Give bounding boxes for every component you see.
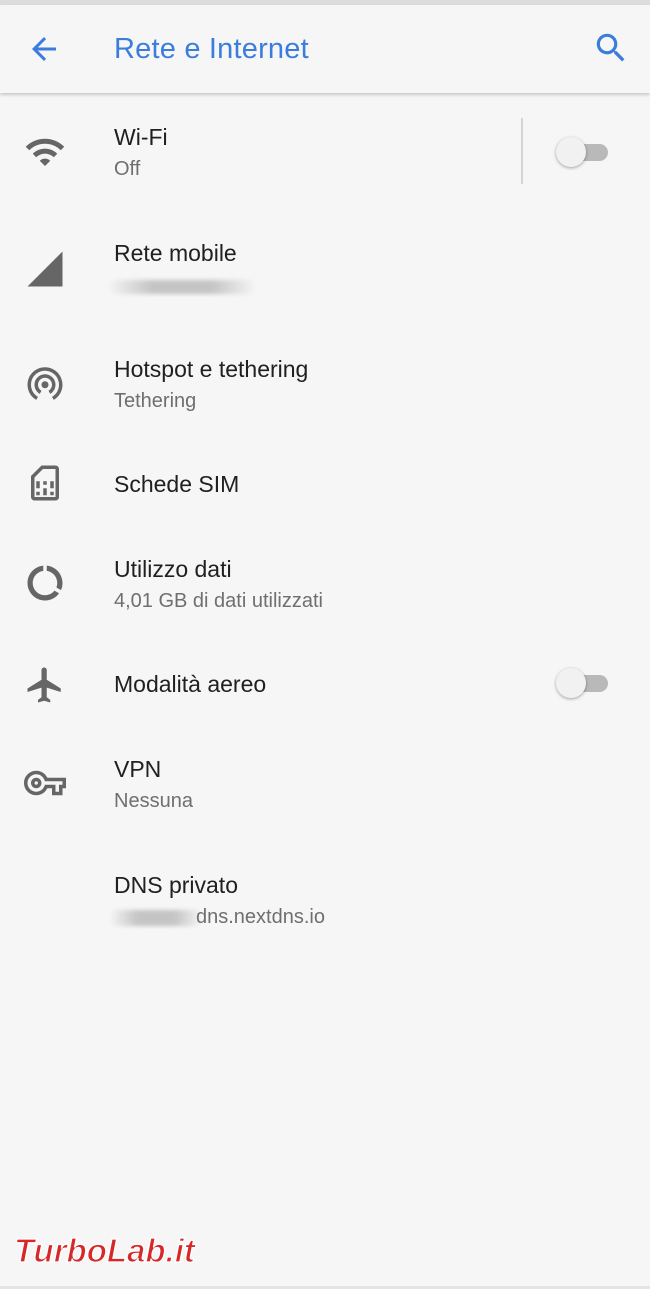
- list-item-hotspot[interactable]: Hotspot e tethering Tethering: [0, 326, 650, 442]
- redacted-operator: [108, 280, 256, 294]
- list-item-wifi[interactable]: Wi-Fi Off: [0, 94, 650, 210]
- data-usage-icon: [27, 565, 63, 601]
- signal-icon: [27, 251, 63, 287]
- wifi-label: Wi-Fi: [114, 124, 168, 150]
- vpn-status: Nessuna: [114, 790, 193, 812]
- search-icon[interactable]: [592, 29, 630, 67]
- svg-text:TurboLab.it: TurboLab.it: [14, 1232, 197, 1269]
- wifi-icon: [25, 138, 65, 166]
- turbolab-logo: TurboLab.it: [13, 1231, 197, 1269]
- private-dns-value: dns.nextdns.io: [196, 906, 325, 928]
- sim-cards-label: Schede SIM: [114, 471, 240, 497]
- vpn-label: VPN: [114, 756, 162, 782]
- app-bar: Rete e Internet: [0, 5, 650, 93]
- data-usage-value: 4,01 GB di dati utilizzati: [114, 590, 323, 612]
- airplane-mode-label: Modalità aereo: [114, 671, 267, 697]
- data-usage-label: Utilizzo dati: [114, 556, 232, 582]
- page-title: Rete e Internet: [114, 33, 309, 65]
- list-item-private-dns[interactable]: DNS privato dns.nextdns.io: [0, 842, 650, 958]
- list-item-vpn[interactable]: VPN Nessuna: [0, 726, 650, 842]
- wifi-toggle[interactable]: [556, 137, 608, 167]
- hotspot-label: Hotspot e tethering: [114, 356, 309, 382]
- hotspot-icon: [27, 367, 63, 400]
- list-item-data-usage[interactable]: Utilizzo dati 4,01 GB di dati utilizzati: [0, 526, 650, 642]
- airplane-icon: [27, 667, 61, 703]
- divider: [521, 118, 523, 184]
- redacted-dns-prefix: [110, 910, 202, 926]
- hotspot-status: Tethering: [114, 390, 197, 412]
- private-dns-label: DNS privato: [114, 872, 238, 898]
- sim-card-icon: [31, 465, 59, 501]
- arrow-back-icon[interactable]: [26, 31, 62, 67]
- wifi-status: Off: [114, 158, 141, 180]
- mobile-network-label: Rete mobile: [114, 240, 237, 266]
- list-item-mobile-network[interactable]: Rete mobile: [0, 210, 650, 326]
- vpn-key-icon: [24, 770, 66, 796]
- airplane-mode-toggle[interactable]: [556, 668, 608, 698]
